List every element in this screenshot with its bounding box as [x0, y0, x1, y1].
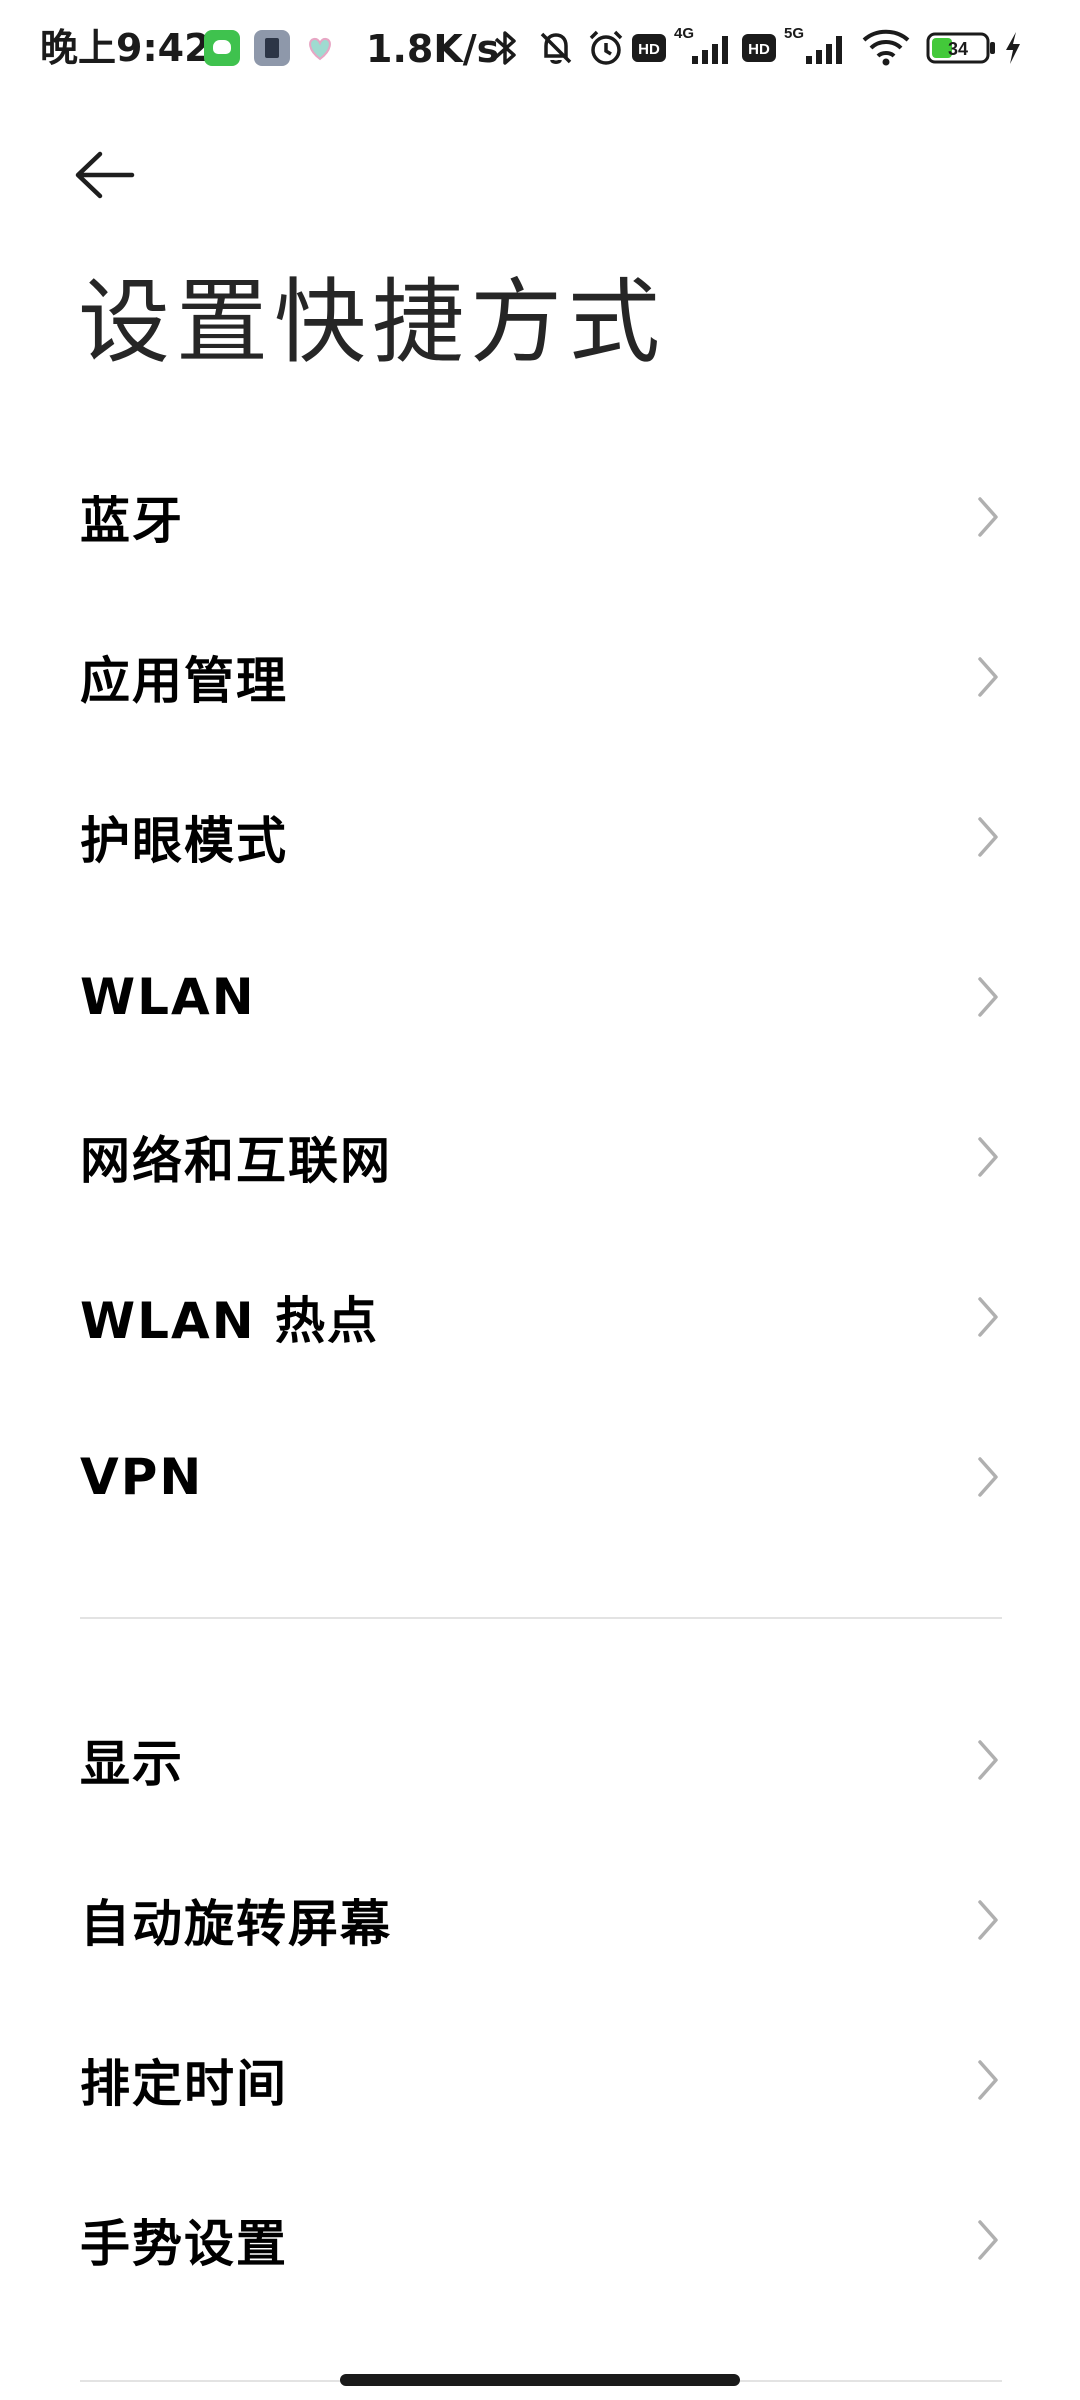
list-item-schedule[interactable]: 排定时间	[0, 2000, 1080, 2160]
app-notification-icon	[254, 30, 290, 66]
chevron-right-icon	[978, 2060, 998, 2100]
back-button[interactable]	[66, 140, 146, 210]
back-arrow-icon	[75, 151, 135, 199]
list-item-label: 网络和互联网	[80, 1132, 392, 1190]
alarm-icon	[586, 28, 626, 72]
list-item-label: 自动旋转屏幕	[80, 1895, 392, 1953]
list-item-label: 蓝牙	[80, 492, 184, 550]
section-divider	[80, 1617, 1002, 1619]
page-title: 设置快捷方式	[78, 269, 667, 376]
chevron-right-icon	[978, 817, 998, 857]
list-item-label: 应用管理	[80, 652, 288, 710]
mute-bell-icon	[536, 28, 576, 72]
list-item-display[interactable]: 显示	[0, 1680, 1080, 1840]
status-bar: 晚上9:42 1.8K/s HD 4G HD 5G 34	[0, 0, 1080, 96]
list-item-gesture-settings[interactable]: 手势设置	[0, 2160, 1080, 2320]
list-item-label: 排定时间	[80, 2055, 288, 2113]
chevron-right-icon	[978, 1740, 998, 1780]
chevron-right-icon	[978, 1137, 998, 1177]
svg-text:HD: HD	[638, 41, 660, 58]
svg-text:HD: HD	[748, 41, 770, 58]
list-item-label: WLAN	[80, 968, 256, 1026]
chevron-right-icon	[978, 2220, 998, 2260]
chevron-right-icon	[978, 1900, 998, 1940]
app-notification-icon	[204, 30, 240, 66]
network-speed: 1.8K/s	[366, 27, 500, 71]
chevron-right-icon	[978, 497, 998, 537]
list-item-wlan[interactable]: WLAN	[0, 917, 1080, 1077]
charging-icon	[1002, 30, 1024, 70]
chevron-right-icon	[978, 1297, 998, 1337]
list-item-label: 手势设置	[80, 2215, 288, 2273]
signal-5g-icon: 5G	[782, 24, 848, 72]
home-indicator[interactable]	[340, 2374, 740, 2386]
svg-text:5G: 5G	[784, 25, 804, 42]
list-item-app-management[interactable]: 应用管理	[0, 597, 1080, 757]
list-item-label: 显示	[80, 1735, 184, 1793]
list-item-eye-protection[interactable]: 护眼模式	[0, 757, 1080, 917]
list-item-network-internet[interactable]: 网络和互联网	[0, 1077, 1080, 1237]
svg-text:34: 34	[948, 39, 968, 59]
bluetooth-icon	[488, 28, 524, 72]
chevron-right-icon	[978, 657, 998, 697]
wifi-icon	[860, 26, 912, 72]
chevron-right-icon	[978, 977, 998, 1017]
signal-4g-icon: 4G	[672, 24, 734, 72]
svg-text:4G: 4G	[674, 25, 694, 42]
list-item-auto-rotate[interactable]: 自动旋转屏幕	[0, 1840, 1080, 2000]
list-item-vpn[interactable]: VPN	[0, 1397, 1080, 1557]
list-item-label: WLAN 热点	[80, 1292, 379, 1350]
status-time: 晚上9:42	[40, 26, 211, 70]
chevron-right-icon	[978, 1457, 998, 1497]
battery-icon: 34	[926, 32, 998, 68]
heart-icon	[302, 30, 338, 66]
list-item-wlan-hotspot[interactable]: WLAN 热点	[0, 1237, 1080, 1397]
hd-icon: HD	[632, 34, 666, 66]
list-item-label: 护眼模式	[80, 812, 288, 870]
hd-icon: HD	[742, 34, 776, 66]
list-item-label: VPN	[80, 1448, 204, 1506]
list-item-bluetooth[interactable]: 蓝牙	[0, 437, 1080, 597]
